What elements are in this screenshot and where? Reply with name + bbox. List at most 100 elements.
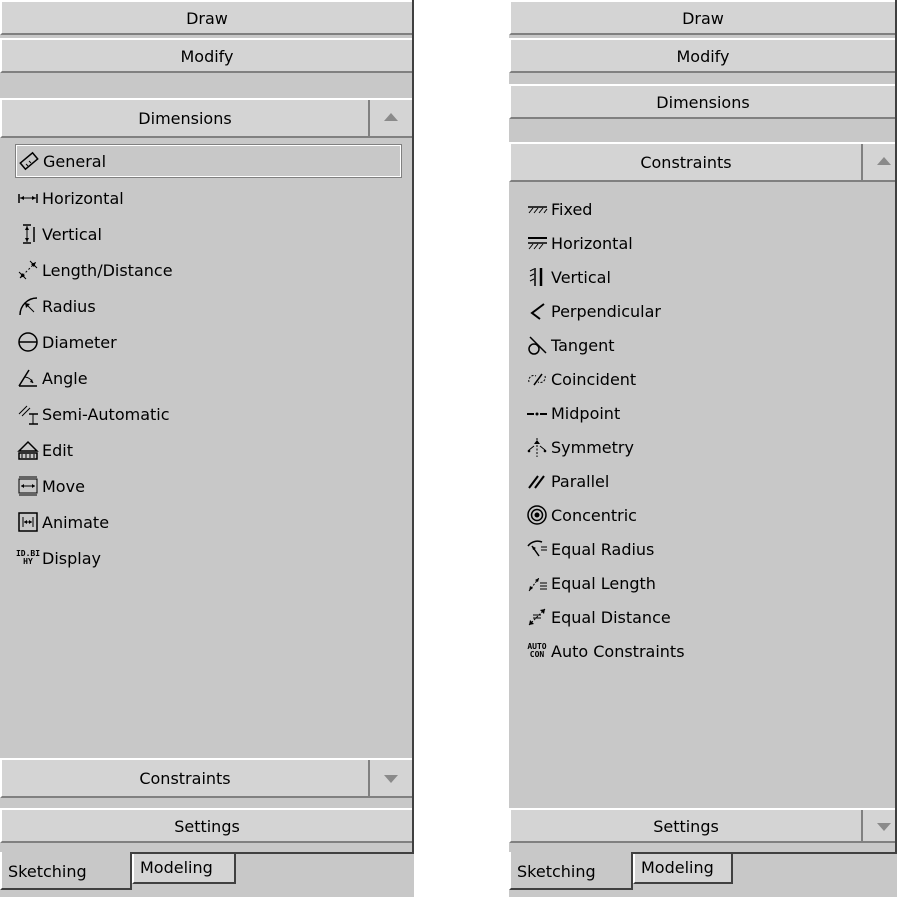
vertical-dimension-icon — [16, 222, 40, 246]
tool-perpendicular[interactable]: Perpendicular — [525, 295, 887, 327]
tool-label: Equal Distance — [551, 607, 671, 627]
vertical-constraint-icon — [525, 265, 549, 289]
auto-constraints-icon: AUTO CON — [527, 642, 547, 659]
tool-radius[interactable]: Radius — [16, 290, 404, 322]
tool-equal-radius[interactable]: Equal Radius — [525, 533, 887, 565]
diameter-icon — [16, 330, 40, 354]
tool-angle[interactable]: Angle — [16, 362, 404, 394]
tab-modeling[interactable]: Modeling — [132, 854, 236, 884]
tool-label: Tangent — [551, 335, 615, 355]
horizontal-constraint-icon — [525, 231, 549, 255]
tool-label: Parallel — [551, 471, 610, 491]
fixed-icon — [525, 197, 549, 221]
tool-label: Perpendicular — [551, 301, 662, 321]
settings-section-button[interactable]: Settings — [0, 808, 414, 843]
tool-concentric[interactable]: Concentric — [525, 499, 887, 531]
tool-general[interactable]: General — [15, 144, 402, 178]
tool-label: Edit — [42, 440, 73, 460]
symmetry-icon — [525, 435, 549, 459]
tab-sketching[interactable]: Sketching — [509, 852, 633, 890]
concentric-icon — [525, 503, 549, 527]
draw-section-button[interactable]: Draw — [509, 0, 897, 35]
dimensions-section-button[interactable]: Dimensions — [509, 84, 897, 119]
tool-label: Coincident — [551, 369, 637, 389]
tab-label: Sketching — [517, 862, 596, 881]
display-icon: ID.BI HY — [15, 549, 41, 566]
tool-label: Horizontal — [551, 233, 633, 253]
draw-section-button[interactable]: Draw — [0, 0, 414, 35]
constraints-section-label: Constraints — [139, 769, 231, 788]
tool-vertical[interactable]: Vertical — [525, 261, 887, 293]
settings-section-button[interactable]: Settings — [509, 808, 897, 843]
general-dimension-icon — [17, 149, 41, 173]
tool-label: Midpoint — [551, 403, 621, 423]
tool-label: General — [43, 151, 107, 171]
modify-section-button[interactable]: Modify — [0, 38, 414, 73]
tool-move[interactable]: Move — [16, 470, 404, 502]
scroll-up-arrow-icon[interactable] — [368, 100, 412, 136]
tool-label: Fixed — [551, 199, 593, 219]
scroll-down-arrow-icon[interactable] — [861, 810, 897, 841]
tool-auto-constraints[interactable]: AUTO CON Auto Constraints — [525, 635, 887, 667]
scroll-up-arrow-icon[interactable] — [861, 144, 897, 180]
equal-distance-icon — [525, 605, 549, 629]
tool-label: Symmetry — [551, 437, 634, 457]
equal-radius-icon — [525, 537, 549, 561]
tool-tangent[interactable]: Tangent — [525, 329, 887, 361]
tool-diameter[interactable]: Diameter — [16, 326, 404, 358]
dimensions-section-button[interactable]: Dimensions — [0, 98, 414, 138]
constraints-section-button[interactable]: Constraints — [509, 142, 897, 182]
tool-label: Auto Constraints — [551, 641, 685, 661]
length-distance-icon — [16, 258, 40, 282]
modify-section-label: Modify — [676, 47, 730, 66]
tool-midpoint[interactable]: Midpoint — [525, 397, 887, 429]
constraints-section-button[interactable]: Constraints — [0, 758, 414, 798]
tab-label: Modeling — [140, 858, 213, 877]
tab-sketching[interactable]: Sketching — [0, 852, 132, 890]
tool-label: Radius — [42, 296, 96, 316]
tool-semi-automatic[interactable]: Semi-Automatic — [16, 398, 404, 430]
tool-parallel[interactable]: Parallel — [525, 465, 887, 497]
tool-vertical[interactable]: Vertical — [16, 218, 404, 250]
semi-automatic-icon — [16, 402, 40, 426]
tool-length-distance[interactable]: Length/Distance — [16, 254, 404, 286]
draw-section-label: Draw — [186, 9, 228, 28]
tool-label: Semi-Automatic — [42, 404, 170, 424]
tool-animate[interactable]: Animate — [16, 506, 404, 538]
horizontal-dimension-icon — [16, 186, 40, 210]
radius-icon — [16, 294, 40, 318]
tool-horizontal[interactable]: Horizontal — [16, 182, 404, 214]
constraints-section-label: Constraints — [640, 153, 732, 172]
tool-label: Diameter — [42, 332, 117, 352]
tangent-icon — [525, 333, 549, 357]
tool-label: Equal Radius — [551, 539, 655, 559]
settings-section-label: Settings — [174, 817, 240, 836]
tool-coincident[interactable]: Coincident — [525, 363, 887, 395]
scroll-down-arrow-icon[interactable] — [368, 760, 412, 796]
tool-label: Concentric — [551, 505, 637, 525]
tool-label: Equal Length — [551, 573, 656, 593]
tab-modeling[interactable]: Modeling — [633, 854, 733, 884]
perpendicular-icon — [525, 299, 549, 323]
move-dimension-icon — [16, 474, 40, 498]
draw-section-label: Draw — [682, 9, 724, 28]
tool-equal-length[interactable]: Equal Length — [525, 567, 887, 599]
tool-equal-distance[interactable]: Equal Distance — [525, 601, 887, 633]
tool-display[interactable]: ID.BI HY Display — [16, 542, 404, 574]
tool-label: Horizontal — [42, 188, 124, 208]
tool-horizontal[interactable]: Horizontal — [525, 227, 887, 259]
tab-label: Sketching — [8, 862, 87, 881]
tool-label: Angle — [42, 368, 88, 388]
tool-label: Animate — [42, 512, 110, 532]
tool-symmetry[interactable]: Symmetry — [525, 431, 887, 463]
dimensions-section-label: Dimensions — [138, 109, 232, 128]
workspace-tabs: Sketching Modeling — [509, 852, 897, 897]
animate-icon — [16, 510, 40, 534]
tab-label: Modeling — [641, 858, 714, 877]
tool-label: Vertical — [551, 267, 611, 287]
modify-section-button[interactable]: Modify — [509, 38, 897, 73]
tool-edit[interactable]: Edit — [16, 434, 404, 466]
modify-section-label: Modify — [180, 47, 234, 66]
tool-label: Move — [42, 476, 85, 496]
tool-fixed[interactable]: Fixed — [525, 193, 887, 225]
